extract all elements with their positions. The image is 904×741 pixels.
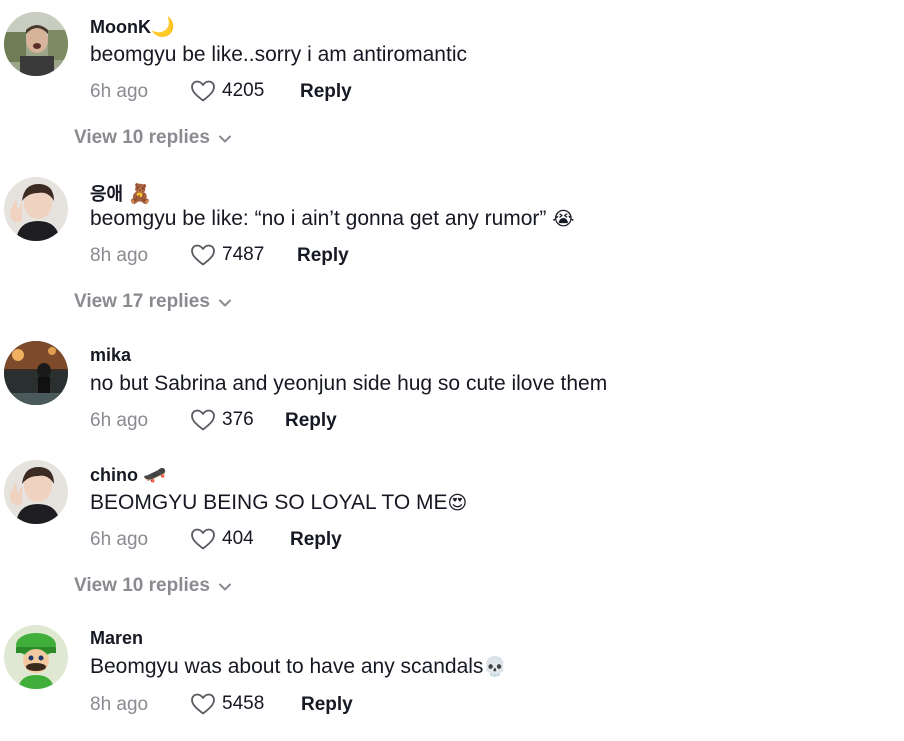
view-replies-button[interactable]: View 10 replies bbox=[74, 575, 231, 597]
comment-actions: 6h ago 376 Reply bbox=[90, 407, 490, 434]
heart-outline-icon bbox=[190, 243, 216, 267]
comment-username[interactable]: Maren bbox=[90, 628, 143, 649]
comment-text: Beomgyu was about to have any scandals💀 bbox=[90, 655, 508, 678]
comment-username[interactable]: chino 🛹 bbox=[90, 463, 167, 486]
avatar[interactable] bbox=[4, 625, 68, 689]
heart-outline-icon bbox=[190, 408, 216, 432]
like-count: 5458 bbox=[222, 693, 265, 714]
username-emoji: 🛹 bbox=[143, 464, 167, 486]
username-emoji: 🌙 bbox=[150, 16, 175, 38]
heart-outline-icon bbox=[190, 692, 216, 716]
like-count: 4205 bbox=[222, 80, 265, 101]
view-replies-button[interactable]: View 10 replies bbox=[74, 127, 231, 149]
comment-text: BEOMGYU BEING SO LOYAL TO ME😍 bbox=[90, 491, 468, 514]
comment-actions: 6h ago 404 Reply bbox=[90, 526, 490, 553]
reply-button[interactable]: Reply bbox=[285, 410, 337, 432]
comment-timestamp: 8h ago bbox=[90, 694, 149, 715]
comment-actions: 8h ago 5458 Reply bbox=[90, 691, 490, 718]
like-count: 404 bbox=[222, 528, 254, 549]
comment-username[interactable]: 응애 🧸 bbox=[90, 180, 152, 206]
comment-username[interactable]: mika bbox=[90, 345, 131, 366]
comment-text: beomgyu be like: “no i ain’t gonna get a… bbox=[90, 207, 575, 230]
comment-timestamp: 8h ago bbox=[90, 245, 149, 266]
avatar[interactable] bbox=[4, 460, 68, 524]
comment-timestamp: 6h ago bbox=[90, 410, 149, 431]
like-count: 376 bbox=[222, 409, 254, 430]
avatar[interactable] bbox=[4, 341, 68, 405]
avatar[interactable] bbox=[4, 177, 68, 241]
view-replies-button[interactable]: View 17 replies bbox=[74, 291, 231, 313]
like-button[interactable]: 5458 bbox=[190, 691, 264, 717]
comment-username[interactable]: MoonK🌙 bbox=[90, 15, 175, 38]
username-emoji: 🧸 bbox=[128, 183, 152, 205]
like-button[interactable]: 376 bbox=[190, 407, 254, 433]
comment-timestamp: 6h ago bbox=[90, 529, 149, 550]
comment-text: beomgyu be like..sorry i am antiromantic bbox=[90, 43, 467, 66]
reply-button[interactable]: Reply bbox=[290, 529, 342, 551]
comment-actions: 6h ago 4205 Reply bbox=[90, 78, 490, 105]
heart-outline-icon bbox=[190, 79, 216, 103]
reply-button[interactable]: Reply bbox=[297, 245, 349, 267]
chevron-down-icon bbox=[210, 127, 231, 149]
avatar[interactable] bbox=[4, 12, 68, 76]
like-count: 7487 bbox=[222, 244, 265, 265]
like-button[interactable]: 7487 bbox=[190, 242, 264, 268]
comment-timestamp: 6h ago bbox=[90, 81, 149, 102]
reply-button[interactable]: Reply bbox=[300, 81, 352, 103]
like-button[interactable]: 4205 bbox=[190, 78, 264, 104]
text-emoji: 😍 bbox=[447, 492, 468, 514]
reply-button[interactable]: Reply bbox=[301, 694, 353, 716]
comment-actions: 8h ago 7487 Reply bbox=[90, 242, 490, 269]
heart-outline-icon bbox=[190, 527, 216, 551]
chevron-down-icon bbox=[210, 291, 231, 313]
chevron-down-icon bbox=[210, 575, 231, 597]
text-emoji: 💀 bbox=[483, 656, 508, 678]
like-button[interactable]: 404 bbox=[190, 526, 254, 552]
comment-text: no but Sabrina and yeonjun side hug so c… bbox=[90, 372, 608, 395]
text-emoji: 😭 bbox=[552, 208, 575, 230]
